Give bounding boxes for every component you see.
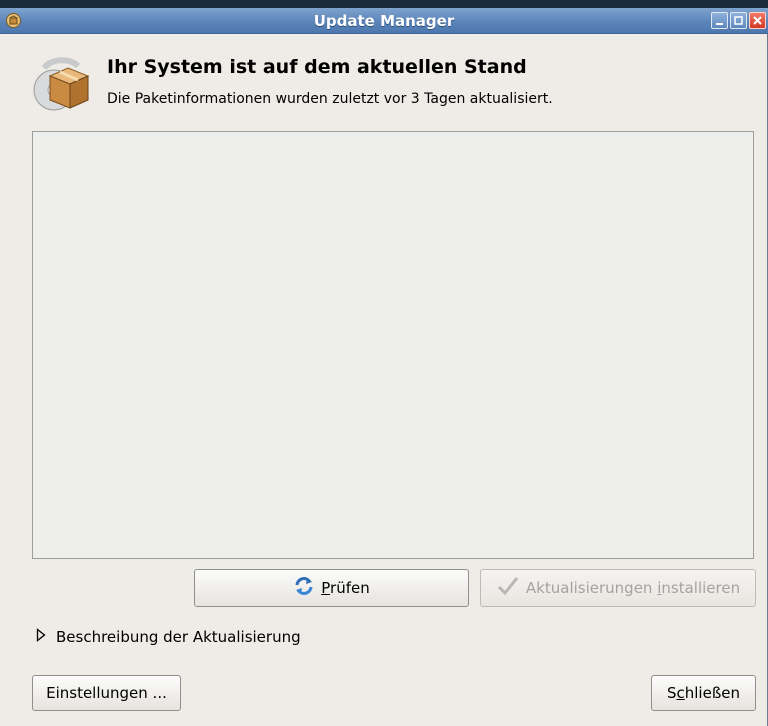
update-manager-window: Update Manager Ihr System ist auf dem ak… [0,8,768,726]
check-button-label: Prüfen [321,579,370,597]
description-expander[interactable]: Beschreibung der Aktualisierung [36,628,301,646]
minimize-icon [716,23,723,25]
install-updates-label: Aktualisierungen installieren [525,579,741,597]
status-subtitle: Die Paketinformationen wurden zuletzt vo… [107,91,553,107]
checkmark-icon [496,575,520,601]
window-title: Update Manager [313,12,455,30]
refresh-icon [293,575,315,601]
status-title: Ihr System ist auf dem aktuellen Stand [107,56,527,78]
close-window-button[interactable] [749,12,766,29]
settings-button[interactable]: Einstellungen ... [32,675,181,711]
expander-label: Beschreibung der Aktualisierung [56,628,301,646]
update-list[interactable] [32,131,754,559]
package-box-icon [30,54,94,118]
close-button[interactable]: Schließen [651,675,756,711]
close-icon [753,16,762,25]
install-updates-button[interactable]: Aktualisierungen installieren [480,569,756,607]
title-bar[interactable]: Update Manager [0,8,768,34]
maximize-button[interactable] [730,12,747,29]
settings-button-label: Einstellungen ... [46,684,167,702]
expander-arrow-icon [36,628,46,646]
close-button-label: Schließen [666,684,741,702]
minimize-button[interactable] [711,12,728,29]
maximize-icon [734,16,743,25]
check-button[interactable]: Prüfen [194,569,469,607]
